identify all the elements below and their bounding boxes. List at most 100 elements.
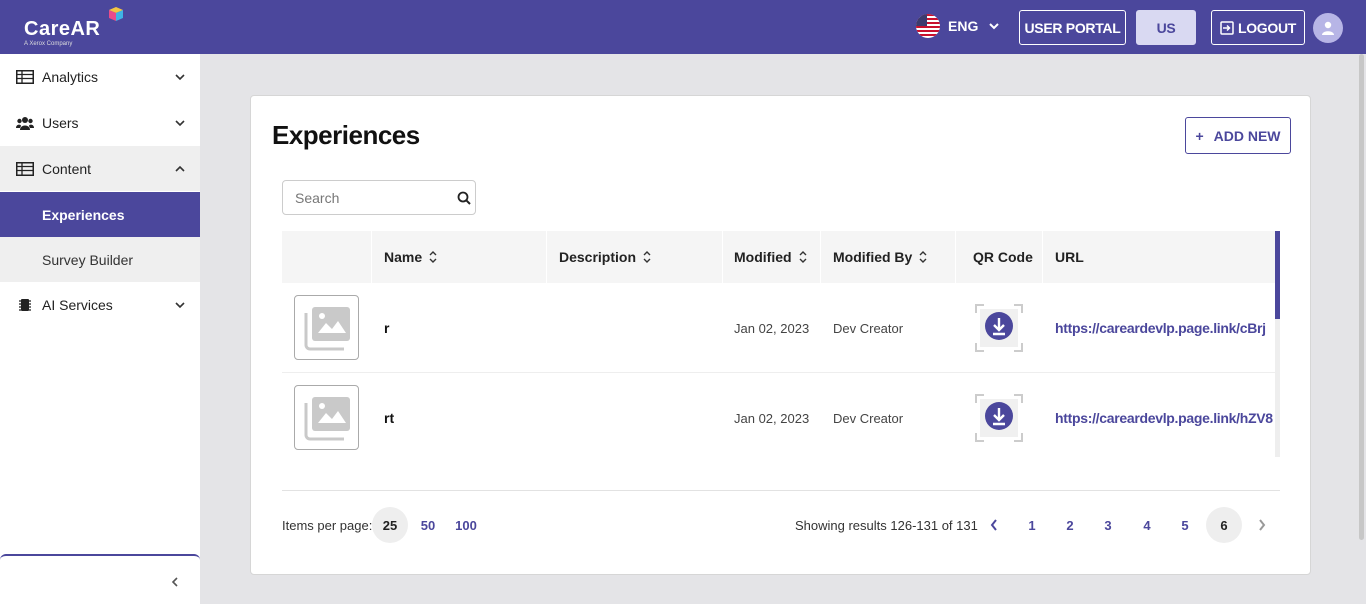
image-placeholder-icon: [304, 306, 350, 350]
person-icon: [1322, 21, 1334, 35]
chevron-down-icon: [175, 74, 185, 81]
brand-tagline: A Xerox Company: [24, 41, 73, 47]
top-bar: CareAR A Xerox Company ENG USER PORTAL U…: [0, 0, 1366, 54]
users-icon: [16, 115, 34, 131]
page-button-current[interactable]: 6: [1206, 507, 1242, 543]
page-scrollbar[interactable]: [1359, 54, 1364, 540]
row-url-link[interactable]: https://careardevlp.page.link/hZV8: [1055, 410, 1273, 426]
page-button[interactable]: 3: [1090, 507, 1126, 543]
column-divider: [371, 231, 372, 283]
column-label: Description: [559, 249, 637, 265]
column-url: URL: [1055, 231, 1084, 283]
column-modified-by[interactable]: Modified By: [833, 231, 928, 283]
row-modified-by: Dev Creator: [833, 411, 904, 426]
sort-icon: [919, 251, 927, 263]
items-per-page-label: Items per page:: [282, 518, 373, 533]
us-flag-icon: [916, 14, 940, 38]
page-title: Experiences: [272, 120, 420, 150]
thumbnail-placeholder: [294, 295, 359, 360]
region-button[interactable]: US: [1136, 10, 1196, 45]
prev-page-button[interactable]: [976, 507, 1012, 543]
row-modified: Jan 02, 2023: [734, 321, 810, 336]
logout-icon: [1220, 20, 1234, 35]
column-description[interactable]: Description: [559, 231, 652, 283]
row-url-link[interactable]: https://careardevlp.page.link/cBrj: [1055, 320, 1266, 336]
sidebar-item-users[interactable]: Users: [0, 100, 200, 145]
column-name[interactable]: Name: [384, 231, 438, 283]
table-row[interactable]: r Jan 02, 2023 Dev Creator https://carea…: [282, 283, 1276, 373]
page-button[interactable]: 4: [1129, 507, 1165, 543]
per-page-option[interactable]: 25: [372, 507, 408, 543]
per-page-option[interactable]: 50: [410, 507, 446, 543]
chip-icon: [16, 297, 34, 313]
row-name: r: [384, 320, 390, 336]
chevron-down-icon: [989, 23, 1000, 30]
sidebar-item-label: Users: [42, 114, 79, 131]
carear-logo[interactable]: CareAR A Xerox Company: [22, 7, 132, 50]
column-divider: [820, 231, 821, 283]
search-icon[interactable]: [457, 191, 471, 205]
column-divider: [1042, 231, 1043, 283]
per-page-option[interactable]: 100: [448, 507, 484, 543]
sort-icon: [429, 251, 437, 263]
column-label: Name: [384, 249, 423, 265]
column-label: Modified By: [833, 249, 913, 265]
sidebar-item-survey-builder[interactable]: Survey Builder: [0, 237, 200, 282]
page-button[interactable]: 1: [1014, 507, 1050, 543]
thumbnail-placeholder: [294, 385, 359, 450]
sort-icon: [799, 251, 807, 263]
chevron-right-icon: [1259, 519, 1266, 531]
sidebar: Analytics Users Content Experiences Surv…: [0, 54, 200, 604]
sidebar-item-label: AI Services: [42, 296, 113, 313]
table-icon: [16, 161, 34, 177]
sidebar-item-ai-services[interactable]: AI Services: [0, 282, 200, 327]
chevron-down-icon: [175, 120, 185, 127]
column-divider: [546, 231, 547, 283]
logout-label: LOGOUT: [1237, 19, 1297, 36]
user-portal-button[interactable]: USER PORTAL: [1019, 10, 1126, 45]
qr-download-icon[interactable]: [974, 303, 1024, 353]
column-label: Modified: [734, 249, 792, 265]
results-summary: Showing results 126-131 of 131: [795, 518, 978, 533]
language-label: ENG: [948, 18, 979, 34]
sidebar-collapse-button[interactable]: [0, 554, 200, 604]
plus-icon: +: [1195, 127, 1204, 144]
row-modified: Jan 02, 2023: [734, 411, 810, 426]
column-label: QR Code: [973, 249, 1033, 265]
chevron-left-icon: [990, 519, 997, 531]
experiences-card: Experiences + ADD NEW Name Description M…: [250, 95, 1311, 575]
sidebar-item-label: Content: [42, 160, 92, 177]
next-page-button[interactable]: [1244, 507, 1280, 543]
table-header: Name Description Modified Modified By QR…: [282, 231, 1276, 283]
column-divider: [955, 231, 956, 283]
qr-download-icon[interactable]: [974, 393, 1024, 443]
page-button[interactable]: 5: [1167, 507, 1203, 543]
user-avatar[interactable]: [1313, 13, 1343, 43]
table-scroll-thumb[interactable]: [1275, 231, 1280, 319]
page-button[interactable]: 2: [1052, 507, 1088, 543]
sort-icon: [643, 251, 651, 263]
sidebar-item-content[interactable]: Content: [0, 146, 200, 191]
row-modified-by: Dev Creator: [833, 321, 904, 336]
chevron-left-icon: [171, 577, 178, 587]
column-modified[interactable]: Modified: [734, 231, 808, 283]
row-name: rt: [384, 410, 395, 426]
column-label: URL: [1055, 249, 1084, 265]
chevron-up-icon: [175, 165, 185, 172]
search-input[interactable]: [283, 181, 453, 214]
logout-button[interactable]: LOGOUT: [1211, 10, 1305, 45]
table-icon: [16, 69, 34, 85]
add-new-button[interactable]: + ADD NEW: [1185, 117, 1291, 154]
search-box: [282, 180, 476, 215]
language-selector[interactable]: ENG: [916, 14, 1002, 38]
column-qr-code: QR Code: [973, 231, 1033, 283]
brand-name: CareAR: [24, 18, 101, 40]
sidebar-item-label: Analytics: [42, 68, 99, 85]
divider: [282, 490, 1280, 491]
add-new-label: ADD NEW: [1213, 127, 1281, 144]
sidebar-item-experiences[interactable]: Experiences: [0, 192, 200, 237]
table-row[interactable]: rt Jan 02, 2023 Dev Creator https://care…: [282, 373, 1276, 463]
chevron-down-icon: [175, 302, 185, 309]
image-placeholder-icon: [304, 396, 350, 440]
sidebar-item-analytics[interactable]: Analytics: [0, 54, 200, 99]
